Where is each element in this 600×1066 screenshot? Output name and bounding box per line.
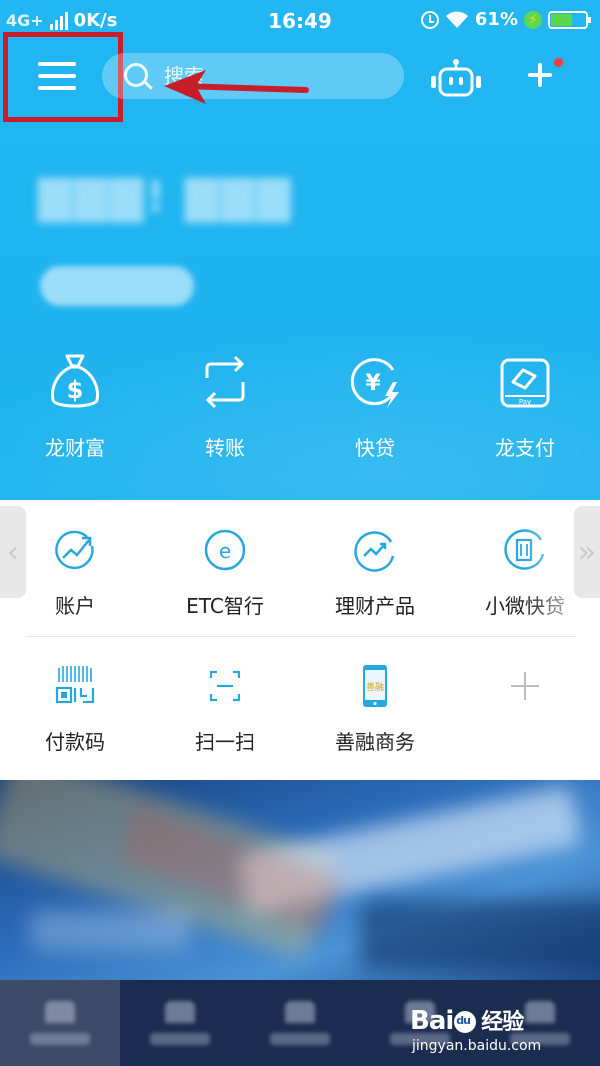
grid-item-label: 扫一扫 bbox=[195, 730, 255, 754]
service-grid: ‹ » 账户 e ETC智行 理财产品 付款码 扫一扫 善融 善融商务 bbox=[0, 500, 600, 780]
long-pay-icon: Pay bbox=[500, 358, 550, 408]
add-service-button[interactable] bbox=[450, 664, 600, 755]
alarm-icon bbox=[420, 10, 439, 29]
money-bag-icon: $ bbox=[51, 354, 99, 408]
nav-icon bbox=[165, 1001, 195, 1023]
payment-code-icon bbox=[55, 666, 95, 704]
hero-action-label: 龙支付 bbox=[495, 436, 555, 460]
nav-icon bbox=[285, 1001, 315, 1023]
hero-action-transfer[interactable]: 转账 bbox=[150, 352, 300, 461]
annotation-arrow bbox=[164, 70, 309, 104]
svg-text:Pay: Pay bbox=[519, 398, 531, 406]
grid-item-label: 付款码 bbox=[45, 730, 105, 754]
svg-text:善融: 善融 bbox=[366, 681, 384, 693]
svg-text:¥: ¥ bbox=[365, 371, 381, 396]
hero-action-quick-loan[interactable]: ¥ 快贷 bbox=[300, 352, 450, 461]
watermark-logo: Bai经验 bbox=[410, 1004, 524, 1036]
wealth-products-icon bbox=[354, 531, 395, 572]
nav-item-2[interactable] bbox=[120, 980, 240, 1066]
grid-item-wealth-products[interactable]: 理财产品 bbox=[300, 528, 450, 619]
hero-action-label: 转账 bbox=[205, 436, 245, 460]
grid-item-etc[interactable]: e ETC智行 bbox=[150, 528, 300, 619]
hero-action-long-wealth[interactable]: $ 龙财富 bbox=[0, 352, 150, 461]
quick-loan-icon: ¥ bbox=[350, 358, 399, 408]
hero-action-long-pay[interactable]: Pay 龙支付 bbox=[450, 352, 600, 461]
add-button[interactable] bbox=[520, 56, 563, 96]
grid-item-label: 账户 bbox=[55, 594, 95, 618]
grid-item-account[interactable]: 账户 bbox=[0, 528, 150, 619]
wifi-icon bbox=[445, 11, 469, 29]
hero-quick-actions: $ 龙财富 转账 ¥ 快贷 Pay 龙支付 bbox=[0, 352, 600, 461]
svg-text:e: e bbox=[219, 539, 231, 563]
battery-icon bbox=[548, 10, 591, 29]
promo-banner[interactable] bbox=[0, 780, 600, 980]
grid-item-label: 善融商务 bbox=[335, 730, 415, 754]
blurred-greeting: ▇▇▇! ▇▇▇ bbox=[38, 172, 293, 223]
grid-item-label: ETC智行 bbox=[186, 594, 264, 618]
paw-icon bbox=[454, 1010, 477, 1033]
nav-item-home[interactable] bbox=[0, 980, 120, 1066]
home-icon bbox=[45, 1001, 75, 1023]
scan-icon bbox=[209, 670, 241, 702]
search-icon bbox=[124, 63, 148, 87]
grid-item-payment-code[interactable]: 付款码 bbox=[0, 664, 150, 755]
overflow-fade bbox=[524, 510, 574, 620]
robot-assistant-icon[interactable] bbox=[428, 58, 484, 98]
e-commerce-icon: 善融 bbox=[363, 665, 387, 707]
grid-divider bbox=[26, 636, 576, 637]
battery-percent: 61% bbox=[474, 9, 518, 30]
watermark-url: jingyan.baidu.com bbox=[412, 1038, 542, 1054]
grid-item-e-commerce[interactable]: 善融 善融商务 bbox=[300, 664, 450, 755]
account-icon bbox=[55, 530, 94, 570]
etc-icon: e bbox=[204, 529, 246, 571]
service-grid-row-2: 付款码 扫一扫 善融 善融商务 bbox=[0, 664, 600, 755]
app-screen: 4G+ 0K/s 16:49 61% ⚡ 搜索 ▇▇▇! ▇▇▇ $ 龙财富 转… bbox=[0, 0, 600, 1066]
transfer-icon bbox=[205, 355, 245, 409]
notification-dot bbox=[554, 58, 563, 67]
nav-item-3[interactable] bbox=[240, 980, 360, 1066]
grid-item-scan[interactable]: 扫一扫 bbox=[150, 664, 300, 755]
svg-text:$: $ bbox=[67, 376, 84, 404]
charging-icon: ⚡ bbox=[524, 10, 542, 29]
grid-item-label: 理财产品 bbox=[335, 594, 415, 618]
hero-action-label: 快贷 bbox=[355, 436, 395, 460]
header-area: 4G+ 0K/s 16:49 61% ⚡ 搜索 ▇▇▇! ▇▇▇ $ 龙财富 转… bbox=[0, 0, 600, 500]
baidu-jingyan-watermark: Bai经验 jingyan.baidu.com bbox=[410, 1004, 570, 1060]
blurred-greeting-pill bbox=[40, 266, 194, 306]
add-icon bbox=[511, 672, 539, 700]
hero-action-label: 龙财富 bbox=[45, 436, 105, 460]
service-grid-row-1: 账户 e ETC智行 理财产品 bbox=[0, 528, 600, 619]
